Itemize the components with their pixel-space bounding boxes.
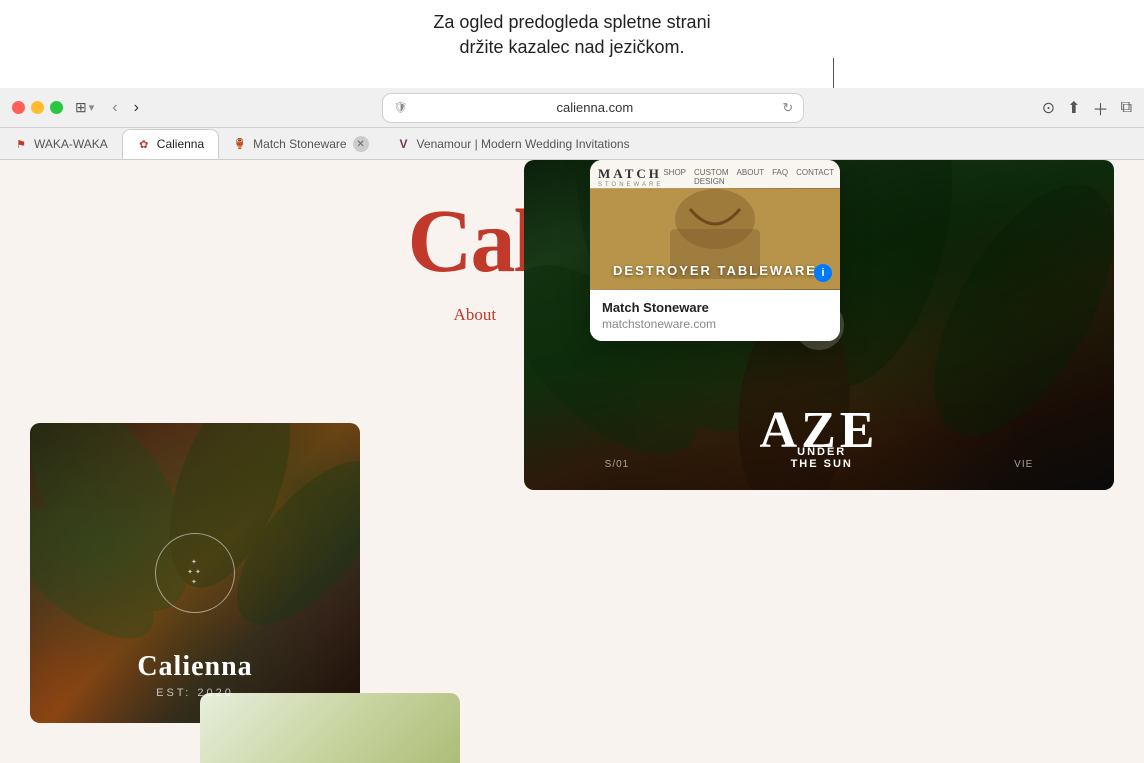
nav-faq: FAQ [772,168,788,186]
maximize-button[interactable] [50,101,63,114]
security-icon: 🛡 [393,101,407,114]
right-card-footer: S/01 UNDERTHE SUN VIE [524,446,1114,470]
tab-label-venamour: Venamour | Modern Wedding Invitations [417,137,630,151]
tab-match-stoneware[interactable]: 🏺 Match Stoneware ✕ [219,129,382,159]
tab-venamour[interactable]: V Venamour | Modern Wedding Invitations [383,129,644,159]
download-button[interactable]: ⊙ [1042,98,1055,118]
nav-about[interactable]: About [454,305,497,325]
tabs-bar: ⚑ WAKA-WAKA ✿ Calienna 🏺 Match Stoneware… [0,128,1144,160]
tooltip-line2: držite kazalec nad jezičkom. [20,35,1124,60]
tab-label-calienna: Calienna [157,137,204,151]
url-text: calienna.com [413,100,776,115]
tab-favicon-waka: ⚑ [14,137,28,151]
left-card: ✦✦✦✦ Calienna EST: 2020 [30,423,360,723]
tooltip-text: Za ogled predogleda spletne strani držit… [0,0,1144,66]
tab-favicon-calienna: ✿ [137,137,151,151]
tab-preview-info: Match Stoneware matchstoneware.com [590,290,840,341]
share-button[interactable]: ⬆ [1067,98,1080,118]
left-card-title: Calienna [137,651,252,683]
browser-action-buttons: ⊙ ⬆ ＋ ⧉ [1042,96,1132,120]
tab-favicon-match: 🏺 [233,137,247,151]
nav-shop: SHOP [663,168,686,186]
address-bar[interactable]: 🛡 calienna.com ↻ [383,94,803,122]
tab-preview-url: matchstoneware.com [602,317,828,331]
tab-preview-title: Match Stoneware [602,300,828,315]
new-tab-button[interactable]: ＋ [1093,96,1109,120]
destroyer-tableware-text: DESTROYER TABLEWARE [590,263,840,278]
tab-close-match[interactable]: ✕ [353,136,369,152]
minimize-button[interactable] [31,101,44,114]
info-badge[interactable]: i [814,264,832,282]
nav-buttons: ‹ › [106,97,145,119]
sidebar-toggle-button[interactable]: ⊞ ▾ [71,97,98,118]
tab-preview-popup: MATCH STONEWARE SHOP CUSTOM DESIGN ABOUT… [590,160,840,341]
left-card-subtitle: EST: 2020 [156,687,234,699]
reload-button[interactable]: ↻ [782,100,793,116]
tab-overview-button[interactable]: ⧉ [1121,99,1132,117]
close-button[interactable] [12,101,25,114]
footer-label-s01: S/01 [605,459,630,470]
traffic-lights [12,101,63,114]
match-nav: SHOP CUSTOM DESIGN ABOUT FAQ CONTACT SHI… [663,168,840,186]
tooltip-line1: Za ogled predogleda spletne strani [20,10,1124,35]
info-icon: i [821,267,824,279]
nav-about: ABOUT [737,168,765,186]
forward-button[interactable]: › [128,97,145,119]
tab-label-match: Match Stoneware [253,137,346,151]
tab-label-waka: WAKA-WAKA [34,137,108,151]
back-button[interactable]: ‹ [106,97,123,119]
nav-contact: CONTACT [796,168,834,186]
footer-main-under: UNDERTHE SUN [791,446,853,470]
calienna-emblem: ✦✦✦✦ [155,533,235,613]
tab-favicon-venamour: V [397,137,411,151]
nav-custom: CUSTOM DESIGN [694,168,729,186]
match-logo-text: MATCH [598,166,663,182]
match-product-image: DESTROYER TABLEWARE [590,188,840,290]
sidebar-icon: ⊞ [75,99,87,116]
browser-toolbar: ⊞ ▾ ‹ › 🛡 calienna.com ↻ ⊙ ⬆ ＋ ⧉ [0,88,1144,128]
calienna-website: Calienna About Services Under T ✦✦✦✦ Cal… [0,160,1144,763]
bottom-card [200,693,460,763]
main-content: Calienna About Services Under T ✦✦✦✦ Cal… [0,160,1144,763]
tab-calienna[interactable]: ✿ Calienna [122,129,219,159]
tab-preview-image: MATCH STONEWARE SHOP CUSTOM DESIGN ABOUT… [590,160,840,290]
address-bar-container: 🛡 calienna.com ↻ [153,94,1034,122]
sidebar-chevron-icon: ▾ [89,101,95,114]
tab-waka-waka[interactable]: ⚑ WAKA-WAKA [0,129,122,159]
match-logo: MATCH STONEWARE [598,166,663,188]
footer-label-vie: VIE [1014,459,1033,470]
